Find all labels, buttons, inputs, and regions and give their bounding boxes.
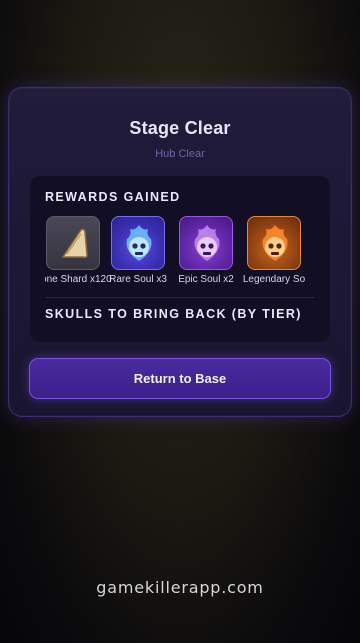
return-to-base-button[interactable]: Return to Base xyxy=(29,358,331,399)
bone-shard-icon xyxy=(46,216,100,270)
epic-soul-icon xyxy=(179,216,233,270)
rewards-heading: REWARDS GAINED xyxy=(45,190,181,204)
watermark: gamekillerapp.com xyxy=(96,578,264,597)
rewards-panel: REWARDS GAINED Bone Shard x120 xyxy=(30,176,330,342)
skulls-heading: SKULLS TO BRING BACK (BY TIER) xyxy=(45,307,302,321)
reward-list: Bone Shard x120 Rare Soul x3 xyxy=(45,216,330,286)
rare-soul-icon xyxy=(111,216,165,270)
legendary-soul-icon xyxy=(247,216,301,270)
stage-clear-modal: Stage Clear Hub Clear REWARDS GAINED Bon… xyxy=(8,87,352,417)
modal-subtitle: Hub Clear xyxy=(155,148,205,160)
modal-title: Stage Clear xyxy=(129,118,231,138)
reward-label: Legendary So xyxy=(242,274,306,285)
section-divider xyxy=(45,297,315,298)
reward-item: Legendary So xyxy=(234,216,314,285)
